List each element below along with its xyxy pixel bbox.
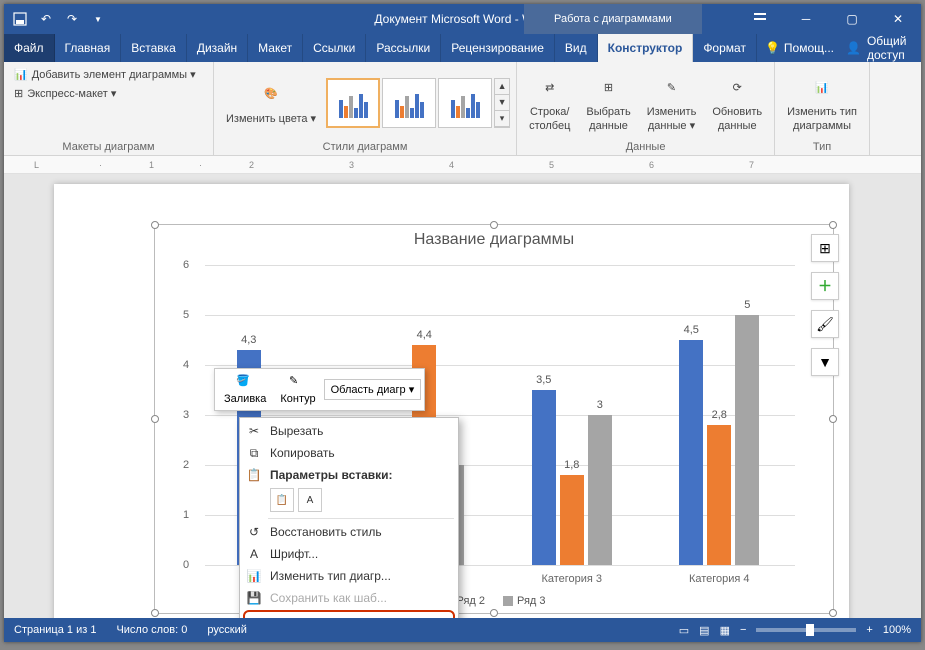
save-icon[interactable] <box>12 11 28 27</box>
status-page[interactable]: Страница 1 из 1 <box>14 624 96 636</box>
font-icon: A <box>246 546 262 562</box>
zoom-level[interactable]: 100% <box>883 624 911 636</box>
quick-layout-icon: ⊞ <box>14 87 23 100</box>
clipboard-icon: 📋 <box>246 467 262 483</box>
statusbar: Страница 1 из 1 Число слов: 0 русский ▭ … <box>4 618 921 642</box>
group-label-styles: Стили диаграмм <box>220 139 510 153</box>
group-label-layouts: Макеты диаграмм <box>10 139 207 153</box>
share-icon: 👤 <box>846 41 861 55</box>
minimize-button[interactable]: ─ <box>783 4 829 34</box>
paste-options: 📋 A <box>240 486 458 516</box>
group-label-data: Данные <box>523 139 768 153</box>
style-1[interactable] <box>326 78 380 128</box>
ctx-change-type[interactable]: 📊Изменить тип диагр... <box>240 565 458 587</box>
ribbon-options-icon[interactable] <box>737 4 783 34</box>
style-2[interactable] <box>382 78 436 128</box>
chart-title[interactable]: Название диаграммы <box>155 225 833 255</box>
paste-option-2[interactable]: A <box>298 488 322 512</box>
tab-file[interactable]: Файл <box>4 34 55 62</box>
tab-constructor[interactable]: Конструктор <box>598 34 694 62</box>
chart-icon: 📊 <box>246 568 262 584</box>
tab-mailings[interactable]: Рассылки <box>366 34 441 62</box>
status-words[interactable]: Число слов: 0 <box>116 624 187 636</box>
ctx-paste-header: 📋Параметры вставки: <box>240 464 458 486</box>
chart-area-dropdown[interactable]: Область диагр ▾ <box>324 379 422 400</box>
change-colors[interactable]: 🎨 Изменить цвета ▾ <box>220 77 322 128</box>
mini-toolbar: 🪣Заливка ✎Контур Область диагр ▾ <box>214 368 425 411</box>
add-chart-element[interactable]: 📊Добавить элемент диаграммы ▾ <box>10 66 200 83</box>
tab-review[interactable]: Рецензирование <box>441 34 555 62</box>
outline-icon: ✎ <box>289 374 307 392</box>
chart-element-icon: 📊 <box>14 68 28 81</box>
tab-references[interactable]: Ссылки <box>303 34 366 62</box>
ruler: L·1·234567 <box>4 156 921 174</box>
tab-insert[interactable]: Вставка <box>121 34 187 62</box>
refresh-icon: ⟳ <box>721 72 753 104</box>
gallery-scroll[interactable]: ▲▼▾ <box>494 78 510 128</box>
ribbon-tabs: Файл Главная Вставка Дизайн Макет Ссылки… <box>4 34 921 62</box>
ctx-reset-style[interactable]: ↺Восстановить стиль <box>240 521 458 543</box>
chart-styles-icon[interactable]: 🖌 <box>811 310 839 338</box>
maximize-button[interactable]: ▢ <box>829 4 875 34</box>
chart-filters-icon[interactable]: ▼ <box>811 348 839 376</box>
zoom-out[interactable]: − <box>740 624 746 636</box>
ctx-cut[interactable]: ✂Вырезать <box>240 420 458 442</box>
view-print-icon[interactable]: ▤ <box>699 624 709 637</box>
fill-icon: 🪣 <box>236 374 254 392</box>
fill-button[interactable]: 🪣Заливка <box>218 372 272 407</box>
tab-layout[interactable]: Макет <box>248 34 303 62</box>
titlebar: ↶ ↷ ▼ Документ Microsoft Word - Word Раб… <box>4 4 921 34</box>
context-menu: ✂Вырезать ⧉Копировать 📋Параметры вставки… <box>239 417 459 618</box>
paste-option-1[interactable]: 📋 <box>270 488 294 512</box>
tab-view[interactable]: Вид <box>555 34 598 62</box>
lightbulb-icon: 💡 <box>765 41 780 55</box>
tab-format[interactable]: Формат <box>693 34 757 62</box>
ctx-font[interactable]: AШрифт... <box>240 543 458 565</box>
tab-home[interactable]: Главная <box>55 34 122 62</box>
edit-data-icon: ✎ <box>251 615 267 618</box>
style-gallery: ▲▼▾ <box>326 78 510 128</box>
template-icon: 💾 <box>246 590 262 606</box>
zoom-slider[interactable] <box>756 628 856 632</box>
ctx-copy[interactable]: ⧉Копировать <box>240 442 458 464</box>
tell-me[interactable]: 💡Помощ... <box>765 34 834 62</box>
chart-type-icon: 📊 <box>806 72 838 104</box>
tab-design[interactable]: Дизайн <box>187 34 248 62</box>
qat-more-icon[interactable]: ▼ <box>90 11 106 27</box>
copy-icon: ⧉ <box>246 445 262 461</box>
redo-icon[interactable]: ↷ <box>64 11 80 27</box>
contextual-tab-label: Работа с диаграммами <box>524 4 702 34</box>
ctx-save-template: 💾Сохранить как шаб... <box>240 587 458 609</box>
close-button[interactable]: ✕ <box>875 4 921 34</box>
select-data-icon: ⊞ <box>593 72 625 104</box>
ctx-edit-data[interactable]: ✎Изменить данные▶ <box>243 610 455 618</box>
quick-layout[interactable]: ⊞Экспресс-макет ▾ <box>10 85 120 102</box>
change-chart-type[interactable]: 📊Изменить тип диаграммы <box>781 70 863 134</box>
group-label-type: Тип <box>781 139 863 153</box>
switch-row-col[interactable]: ⇄Строка/ столбец <box>523 70 576 134</box>
select-data[interactable]: ⊞Выбрать данные <box>580 70 636 134</box>
ribbon: 📊Добавить элемент диаграммы ▾ ⊞Экспресс-… <box>4 62 921 156</box>
palette-icon: 🎨 <box>255 79 287 111</box>
view-read-icon[interactable]: ▭ <box>679 624 689 637</box>
submenu-arrow-icon: ▶ <box>439 618 447 619</box>
zoom-in[interactable]: + <box>866 624 872 636</box>
edit-data-icon: ✎ <box>656 72 688 104</box>
reset-icon: ↺ <box>246 524 262 540</box>
edit-data[interactable]: ✎Изменить данные ▾ <box>641 70 703 134</box>
switch-icon: ⇄ <box>534 72 566 104</box>
undo-icon[interactable]: ↶ <box>38 11 54 27</box>
share-button[interactable]: 👤Общий доступ <box>834 34 921 62</box>
document-area: Название диаграммы 01234564,32,42Категор… <box>4 174 921 618</box>
outline-button[interactable]: ✎Контур <box>274 372 321 407</box>
style-3[interactable] <box>438 78 492 128</box>
scissors-icon: ✂ <box>246 423 262 439</box>
refresh-data[interactable]: ⟳Обновить данные <box>706 70 768 134</box>
chart-elements-icon[interactable]: ＋ <box>811 272 839 300</box>
layout-options-icon[interactable]: ⊞ <box>811 234 839 262</box>
status-lang[interactable]: русский <box>207 624 246 636</box>
view-web-icon[interactable]: ▦ <box>720 624 730 637</box>
